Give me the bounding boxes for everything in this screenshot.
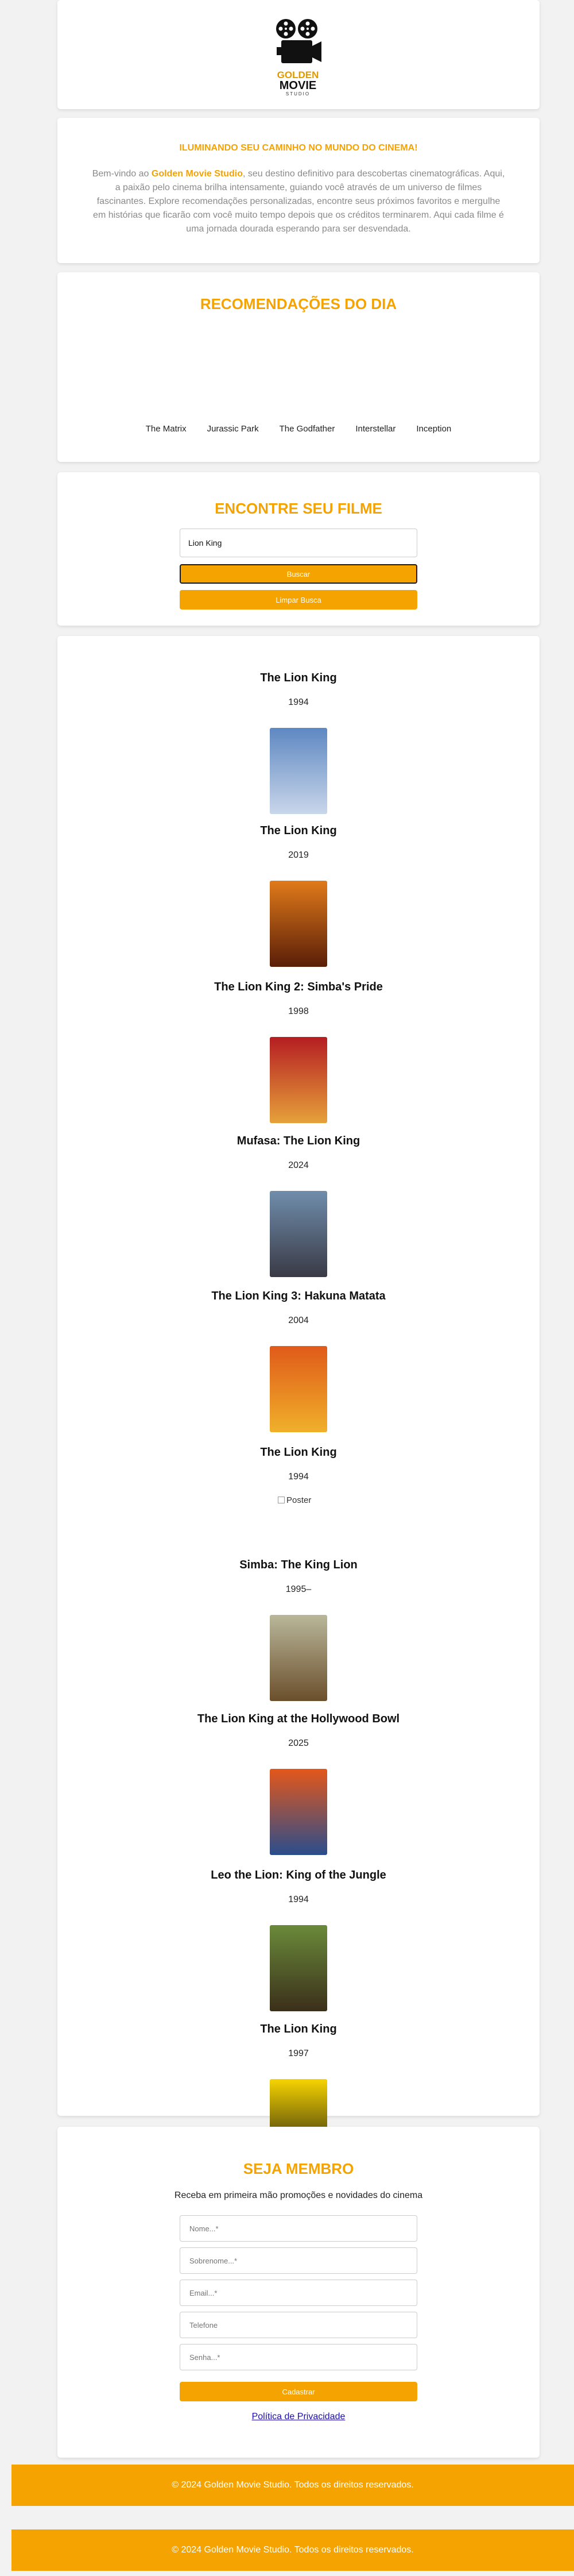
movie-poster[interactable] [270, 1037, 327, 1123]
movie-result[interactable]: Leo the Lion: King of the Jungle 1994 [57, 1869, 540, 2011]
intro-card: ILUMINANDO SEU CAMINHO NO MUNDO DO CINEM… [57, 118, 540, 263]
movie-year: 2019 [288, 850, 309, 860]
phone-field[interactable] [180, 2312, 417, 2338]
film-projector-icon [276, 19, 321, 63]
movie-title: Leo the Lion: King of the Jungle [211, 1869, 386, 1881]
footer: © 2024 Golden Movie Studio. Todos os dir… [11, 2465, 574, 2506]
search-button[interactable]: Buscar [180, 564, 417, 584]
recommendation-item[interactable]: Jurassic Park [197, 424, 269, 434]
movie-title: The Lion King 3: Hakuna Matata [211, 1290, 386, 1302]
intro-brand: Golden Movie Studio [151, 169, 243, 179]
footer-secondary: © 2024 Golden Movie Studio. Todos os dir… [11, 2529, 574, 2571]
movie-result[interactable]: Simba: The King Lion 1995– [57, 1559, 540, 1701]
movie-year: 1994 [288, 697, 309, 707]
membership-title: SEJA MEMBRO [243, 2160, 354, 2177]
signup-button[interactable]: Cadastrar [180, 2382, 417, 2401]
movie-year: 1995– [285, 1584, 312, 1594]
poster-alt-text: Poster [286, 1495, 312, 1505]
clear-search-button[interactable]: Limpar Busca [180, 590, 417, 610]
email-field[interactable] [180, 2280, 417, 2306]
movie-poster[interactable] [270, 881, 327, 967]
broken-image-icon [278, 1497, 285, 1503]
broken-poster-image: Poster [278, 1495, 311, 1505]
intro-text-start: Bem-vindo ao [92, 169, 152, 179]
logo-word-studio: STUDIO [285, 91, 311, 97]
movie-result[interactable]: Mufasa: The Lion King 2024 [57, 1135, 540, 1277]
recommendation-item[interactable]: Interstellar [345, 424, 406, 434]
movie-result[interactable]: The Lion King 1994 Poster [57, 1446, 540, 1505]
intro-title: ILUMINANDO SEU CAMINHO NO MUNDO DO CINEM… [179, 143, 418, 153]
movie-year: 2024 [288, 1160, 309, 1170]
movie-result[interactable]: The Lion King 3: Hakuna Matata 2004 [57, 1290, 540, 1432]
recommendation-item[interactable]: The Matrix [135, 424, 197, 434]
movie-poster[interactable] [270, 1769, 327, 1855]
logo-word-golden: GOLDEN [277, 70, 319, 80]
recommendation-item[interactable]: Inception [406, 424, 461, 434]
movie-year: 1997 [288, 2049, 309, 2058]
logo-word-movie: MOVIE [279, 79, 317, 92]
search-title: ENCONTRE SEU FILME [215, 500, 382, 517]
movie-year: 2004 [288, 1316, 309, 1325]
membership-subtitle: Receba em primeira mão promoções e novid… [174, 2191, 423, 2200]
search-results-card: The Lion King 1994 The Lion King 2019 The Li… [57, 636, 540, 2165]
movie-title: The Lion King [260, 824, 337, 837]
movie-result[interactable]: The Lion King 2019 [57, 824, 540, 967]
movie-year: 1994 [288, 1472, 309, 1482]
movie-title: Simba: The King Lion [239, 1559, 358, 1571]
intro-text: Bem-vindo ao Golden Movie Studio, seu de… [92, 167, 505, 236]
recommendations-title: RECOMENDAÇÕES DO DIA [200, 295, 397, 313]
movie-year: 1998 [288, 1007, 309, 1016]
footer-copyright: © 2024 Golden Movie Studio. Todos os dir… [172, 2545, 414, 2555]
movie-poster[interactable] [270, 1615, 327, 1701]
recommendation-item[interactable]: The Godfather [269, 424, 346, 434]
movie-title: Mufasa: The Lion King [236, 1135, 360, 1147]
movie-result[interactable]: The Lion King 1994 [57, 672, 540, 814]
movie-year: 2025 [288, 1738, 309, 1748]
search-card: ENCONTRE SEU FILME Buscar Limpar Busca [57, 472, 540, 626]
movie-poster[interactable] [270, 1346, 327, 1432]
password-field[interactable] [180, 2344, 417, 2370]
movie-title: The Lion King [260, 1446, 337, 1459]
movie-title: The Lion King [260, 2023, 337, 2035]
movie-result[interactable]: The Lion King at the Hollywood Bowl 2025 [57, 1713, 540, 1855]
movie-poster[interactable] [270, 1925, 327, 2011]
footer-copyright: © 2024 Golden Movie Studio. Todos os dir… [172, 2480, 414, 2490]
first-name-field[interactable] [180, 2215, 417, 2242]
movie-title: The Lion King at the Hollywood Bowl [197, 1713, 400, 1725]
membership-card: SEJA MEMBRO Receba em primeira mão promo… [57, 2127, 540, 2458]
movie-title: The Lion King [260, 672, 337, 684]
movie-result[interactable]: The Lion King 2: Simba's Pride 1998 [57, 981, 540, 1123]
recommendations-list: The Matrix Jurassic Park The Godfather I… [57, 424, 540, 434]
movie-title: The Lion King 2: Simba's Pride [214, 981, 383, 993]
movie-poster[interactable] [270, 728, 327, 814]
golden-movie-logo[interactable]: GOLDEN MOVIE STUDIO [266, 17, 329, 101]
movie-poster[interactable] [270, 1191, 327, 1277]
movie-result[interactable]: The Lion King 1997 [57, 2023, 540, 2165]
header-card: GOLDEN MOVIE STUDIO [57, 0, 540, 109]
search-input[interactable] [180, 529, 417, 557]
movie-year: 1994 [288, 1895, 309, 1904]
privacy-policy-link[interactable]: Política de Privacidade [57, 2412, 540, 2422]
last-name-field[interactable] [180, 2247, 417, 2274]
recommendations-card: RECOMENDAÇÕES DO DIA The Matrix Jurassic… [57, 272, 540, 462]
